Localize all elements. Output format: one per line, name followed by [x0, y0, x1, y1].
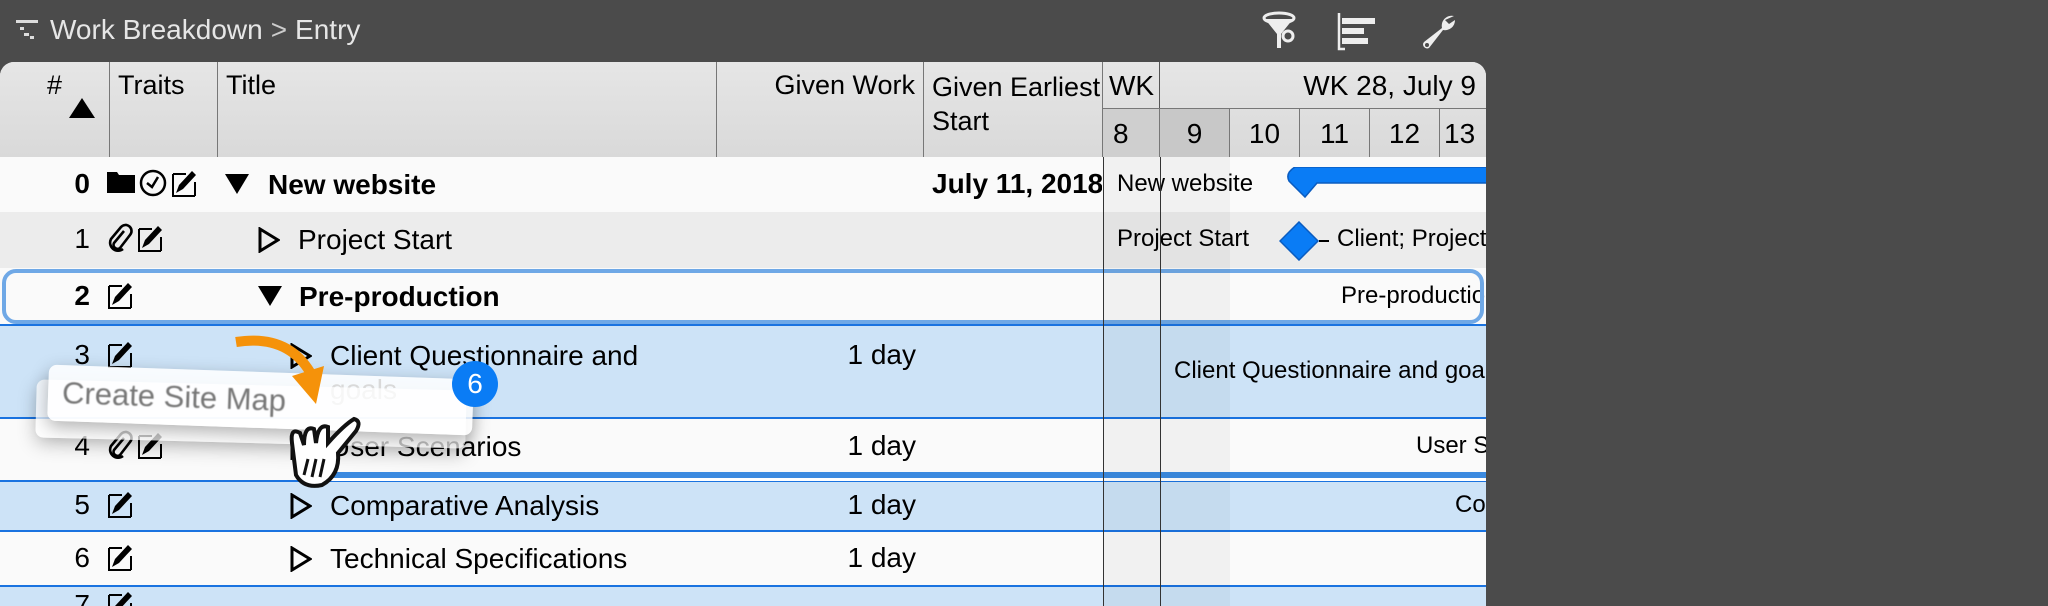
drag-arrow-icon: [235, 335, 324, 404]
note-icon[interactable]: [106, 489, 134, 526]
row-separator: [0, 585, 1486, 587]
row-number: 7: [74, 589, 90, 606]
row-number: 6: [74, 542, 90, 573]
row-title[interactable]: Technical Specifications: [330, 542, 707, 576]
week-label: WK 28, July 9: [1303, 70, 1476, 101]
attachment-icon[interactable]: [106, 223, 134, 260]
breadcrumb-separator: >: [270, 14, 288, 45]
breadcrumb-entry[interactable]: Entry: [295, 14, 360, 46]
column-header-given-earliest-start[interactable]: Given Earliest Start: [924, 62, 1103, 157]
day-9[interactable]: 9: [1160, 108, 1230, 157]
column-header-traits[interactable]: Traits: [110, 62, 218, 157]
note-icon[interactable]: [106, 542, 134, 579]
weekend-shading: [1103, 157, 1230, 606]
disclosure-collapsed-icon[interactable]: [258, 227, 280, 253]
day-13[interactable]: 13: [1440, 108, 1486, 157]
outline-table: # Traits Title Given Work Given Earliest…: [0, 62, 1486, 606]
row-traits: [106, 542, 134, 579]
row-traits: [106, 589, 134, 606]
gantt-resources-label: Client; Project: [1337, 225, 1486, 252]
row-number: 2: [74, 280, 90, 311]
table-header: # Traits Title Given Work Given Earliest…: [0, 62, 1486, 159]
row-given-start[interactable]: July 11, 2018: [932, 168, 1102, 200]
toolbar: Work Breakdown > Entry: [0, 0, 2048, 62]
table-row[interactable]: 1 Project Start Project Start Client; Proje…: [0, 212, 1486, 268]
breadcrumb: Work Breakdown > Entry: [16, 14, 360, 46]
row-number: 1: [74, 223, 90, 254]
disclosure-expanded-icon[interactable]: [258, 286, 282, 306]
timeline-header: WK WK 28, July 9 8 9 10 11 12 13: [1103, 62, 1486, 157]
row-title[interactable]: Pre-production: [299, 280, 707, 314]
table-row[interactable]: 6 Technical Specifications 1 day: [0, 530, 1486, 586]
row-given-work[interactable]: 1 day: [848, 430, 917, 462]
row-title[interactable]: Comparative Analysis: [330, 489, 707, 523]
disclosure-collapsed-icon[interactable]: [290, 493, 312, 519]
row-traits: [106, 223, 164, 260]
note-icon[interactable]: [106, 280, 134, 317]
note-icon[interactable]: [136, 223, 164, 260]
column-header-number[interactable]: #: [0, 62, 110, 157]
row-given-work[interactable]: 1 day: [848, 542, 917, 574]
gantt-divider: [1103, 157, 1104, 606]
note-icon[interactable]: [170, 168, 198, 205]
disclosure-expanded-icon[interactable]: [225, 174, 249, 194]
day-8[interactable]: 8: [1103, 108, 1160, 157]
gantt-summary-bar[interactable]: [1285, 167, 1486, 199]
column-number-label: #: [46, 70, 63, 100]
row-title[interactable]: New website: [268, 168, 707, 202]
column-start-label: Given Earliest Start: [932, 72, 1101, 136]
row-given-work[interactable]: 1 day: [848, 339, 917, 371]
row-separator: [0, 324, 1486, 326]
day-12[interactable]: 12: [1370, 108, 1440, 157]
row-number: 5: [74, 489, 90, 520]
disclosure-collapsed-icon[interactable]: [290, 546, 312, 572]
breadcrumb-work-breakdown[interactable]: Work Breakdown: [50, 14, 263, 46]
outline-icon: [16, 20, 38, 39]
wrench-icon[interactable]: [1418, 10, 1460, 52]
clock-icon[interactable]: [138, 168, 168, 205]
sort-ascending-icon: [69, 98, 95, 118]
row-number: 0: [74, 168, 90, 199]
row-traits: [106, 280, 134, 317]
drag-count-badge: 6: [452, 361, 498, 407]
day-10[interactable]: 10: [1230, 108, 1300, 157]
column-header-title[interactable]: Title: [218, 62, 717, 157]
table-row[interactable]: 2 Pre-production Pre-production: [0, 268, 1486, 325]
note-icon[interactable]: [106, 589, 134, 606]
row-traits: [106, 168, 198, 205]
row-separator: [0, 530, 1486, 532]
week-divider: [1160, 157, 1161, 606]
table-row[interactable]: 0 New website July 11, 2018 New website: [0, 157, 1486, 212]
gantt-view-icon[interactable]: [1336, 10, 1378, 52]
folder-icon[interactable]: [106, 168, 136, 205]
row-title[interactable]: Project Start: [298, 223, 707, 257]
row-given-work[interactable]: 1 day: [848, 489, 917, 521]
column-header-given-work[interactable]: Given Work: [717, 62, 924, 157]
table-row[interactable]: 5 Comparative Analysis 1 day Comparative An…: [0, 480, 1486, 531]
gantt-bar-label: Pre-production: [1341, 282, 1486, 309]
gantt-bar-label: User Scenarios: [1416, 432, 1486, 459]
drop-insertion-line: [300, 472, 1486, 478]
gantt-milestone-diamond[interactable]: [1279, 221, 1333, 261]
filter-icon[interactable]: [1258, 10, 1300, 52]
row-traits: [106, 489, 134, 526]
hand-cursor-icon: [289, 416, 361, 488]
day-11[interactable]: 11: [1300, 108, 1370, 157]
row-separator: [0, 480, 1486, 482]
gantt-bar-label: Comparative Analysis: [1455, 491, 1486, 518]
prev-week-label: WK: [1103, 62, 1160, 108]
table-row[interactable]: 7: [0, 585, 1486, 606]
